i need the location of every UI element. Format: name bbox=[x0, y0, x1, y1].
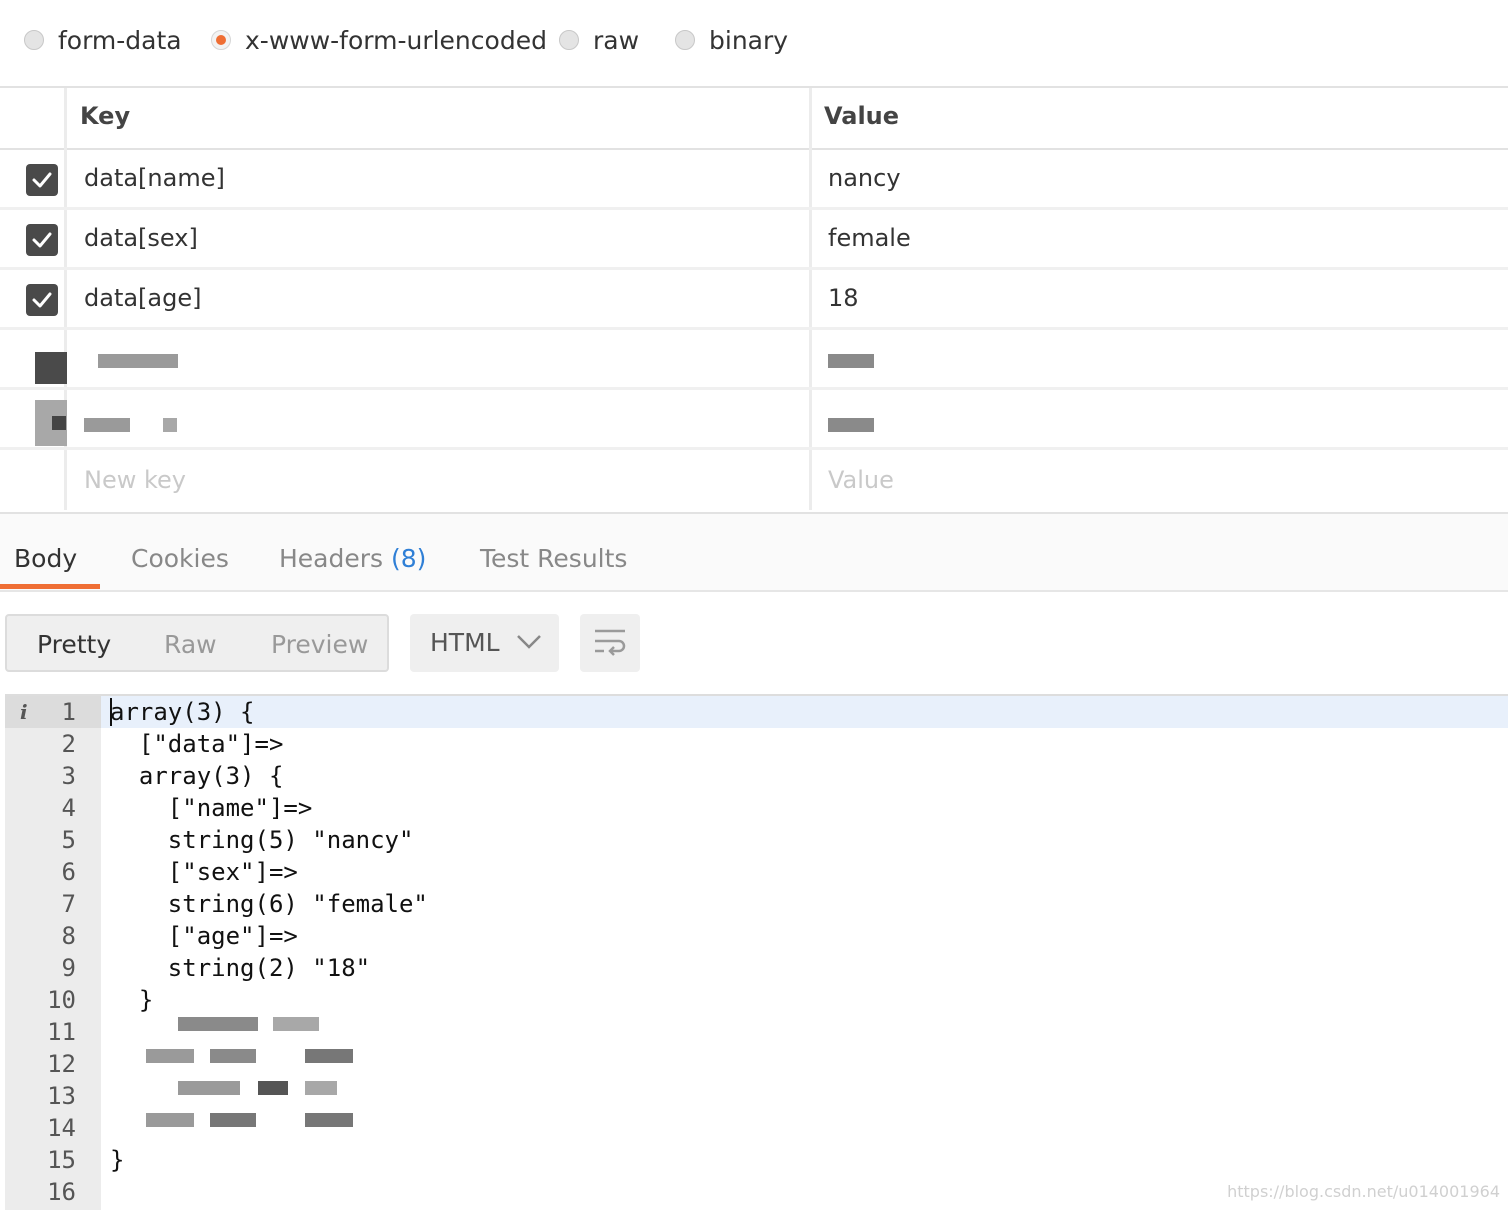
view-preview-button[interactable]: Preview bbox=[271, 630, 368, 659]
line-number: 16 bbox=[47, 1178, 76, 1206]
headers-count-badge: (8) bbox=[391, 544, 427, 573]
obscured-block bbox=[178, 1081, 240, 1095]
radio-label: raw bbox=[593, 25, 640, 55]
checkbox-checked-icon[interactable] bbox=[26, 224, 58, 256]
code-line: ["name"]=> bbox=[110, 794, 313, 822]
format-dropdown[interactable]: HTML bbox=[410, 614, 559, 672]
line-number: 13 bbox=[47, 1082, 76, 1110]
tab-headers-label: Headers bbox=[279, 544, 384, 573]
code-line: string(2) "18" bbox=[110, 954, 371, 982]
radio-circle-icon bbox=[675, 30, 695, 50]
active-line-highlight bbox=[101, 696, 1508, 728]
radio-selected-icon bbox=[211, 30, 231, 50]
param-value[interactable]: 18 bbox=[828, 284, 859, 312]
code-line: } bbox=[110, 1146, 125, 1174]
param-value[interactable]: nancy bbox=[828, 164, 901, 192]
checkbox-checked-icon[interactable] bbox=[26, 164, 58, 196]
obscured-block bbox=[828, 354, 874, 368]
obscured-block bbox=[98, 354, 178, 368]
checkbox-checked-icon[interactable] bbox=[26, 284, 58, 316]
obscured-block bbox=[828, 418, 874, 432]
code-line: } bbox=[110, 986, 154, 1014]
key-column-header: Key bbox=[80, 102, 131, 130]
obscured-block bbox=[273, 1017, 319, 1031]
obscured-block bbox=[52, 416, 66, 430]
tab-test-results[interactable]: Test Results bbox=[480, 544, 627, 573]
line-number: 7 bbox=[61, 890, 76, 918]
obscured-block bbox=[210, 1113, 256, 1127]
line-number: 1 bbox=[61, 698, 76, 726]
body-type-selector: form-data x-www-form-urlencoded raw bina… bbox=[0, 0, 1508, 86]
obscured-block bbox=[305, 1049, 353, 1063]
chevron-down-icon bbox=[517, 635, 541, 649]
param-row: data[sex] female bbox=[0, 210, 1508, 270]
obscured-block bbox=[163, 418, 177, 432]
line-number: 2 bbox=[61, 730, 76, 758]
view-raw-button[interactable]: Raw bbox=[164, 630, 217, 659]
active-tab-indicator bbox=[0, 584, 100, 589]
new-value-input[interactable]: Value bbox=[828, 466, 894, 494]
text-cursor bbox=[110, 698, 112, 726]
obscured-block bbox=[258, 1081, 288, 1095]
radio-x-www-form-urlencoded[interactable]: x-www-form-urlencoded bbox=[211, 24, 547, 56]
wrap-lines-button[interactable] bbox=[580, 614, 640, 672]
line-number: 12 bbox=[47, 1050, 76, 1078]
code-line: ["sex"]=> bbox=[110, 858, 298, 886]
tab-body[interactable]: Body bbox=[14, 544, 77, 573]
code-line: string(5) "nancy" bbox=[110, 826, 414, 854]
line-number: 3 bbox=[61, 762, 76, 790]
wrap-lines-icon bbox=[595, 629, 626, 656]
obscured-block bbox=[305, 1113, 353, 1127]
code-line: array(3) { bbox=[110, 762, 284, 790]
new-key-input[interactable]: New key bbox=[84, 466, 186, 494]
radio-label: binary bbox=[709, 25, 789, 55]
obscured-param-row bbox=[0, 390, 1508, 450]
response-tabs: Body Cookies Headers (8) Test Results bbox=[0, 512, 1508, 592]
value-column-header: Value bbox=[824, 102, 900, 130]
params-table-header: Key Value bbox=[0, 88, 1508, 150]
format-label: HTML bbox=[430, 628, 500, 657]
code-line: array(3) { bbox=[110, 698, 255, 726]
line-number: 11 bbox=[47, 1018, 76, 1046]
radio-label: x-www-form-urlencoded bbox=[245, 25, 547, 55]
obscured-block bbox=[305, 1081, 337, 1095]
radio-circle-icon bbox=[559, 30, 579, 50]
obscured-block bbox=[35, 352, 67, 384]
param-key[interactable]: data[name] bbox=[84, 164, 225, 192]
code-line: string(6) "female" bbox=[110, 890, 428, 918]
line-number: 10 bbox=[47, 986, 76, 1014]
obscured-block bbox=[84, 418, 130, 432]
radio-binary[interactable]: binary bbox=[675, 24, 788, 56]
radio-label: form-data bbox=[58, 25, 182, 55]
watermark: https://blog.csdn.net/u014001964 bbox=[1227, 1182, 1500, 1201]
obscured-block bbox=[146, 1049, 194, 1063]
param-value[interactable]: female bbox=[828, 224, 911, 252]
radio-raw[interactable]: raw bbox=[559, 24, 639, 56]
obscured-param-row bbox=[0, 330, 1508, 390]
line-number: 5 bbox=[61, 826, 76, 854]
obscured-block bbox=[146, 1113, 194, 1127]
param-key[interactable]: data[sex] bbox=[84, 224, 198, 252]
tab-cookies[interactable]: Cookies bbox=[131, 544, 229, 573]
radio-form-data[interactable]: form-data bbox=[24, 24, 182, 56]
line-number: 15 bbox=[47, 1146, 76, 1174]
code-line: ["age"]=> bbox=[110, 922, 298, 950]
view-mode-selector: Pretty Raw Preview bbox=[5, 614, 389, 672]
param-key[interactable]: data[age] bbox=[84, 284, 202, 312]
line-number: 6 bbox=[61, 858, 76, 886]
code-line: ["data"]=> bbox=[110, 730, 284, 758]
radio-circle-icon bbox=[24, 30, 44, 50]
view-pretty-button[interactable]: Pretty bbox=[37, 630, 111, 659]
info-icon: i bbox=[20, 700, 28, 724]
obscured-block bbox=[178, 1017, 258, 1031]
param-row: data[age] 18 bbox=[0, 270, 1508, 330]
line-number: 4 bbox=[61, 794, 76, 822]
line-number: 8 bbox=[61, 922, 76, 950]
param-row: data[name] nancy bbox=[0, 150, 1508, 210]
line-number: 14 bbox=[47, 1114, 76, 1142]
new-param-row: New key Value bbox=[0, 450, 1508, 510]
line-number: 9 bbox=[61, 954, 76, 982]
tab-headers[interactable]: Headers (8) bbox=[279, 544, 426, 573]
obscured-block bbox=[210, 1049, 256, 1063]
